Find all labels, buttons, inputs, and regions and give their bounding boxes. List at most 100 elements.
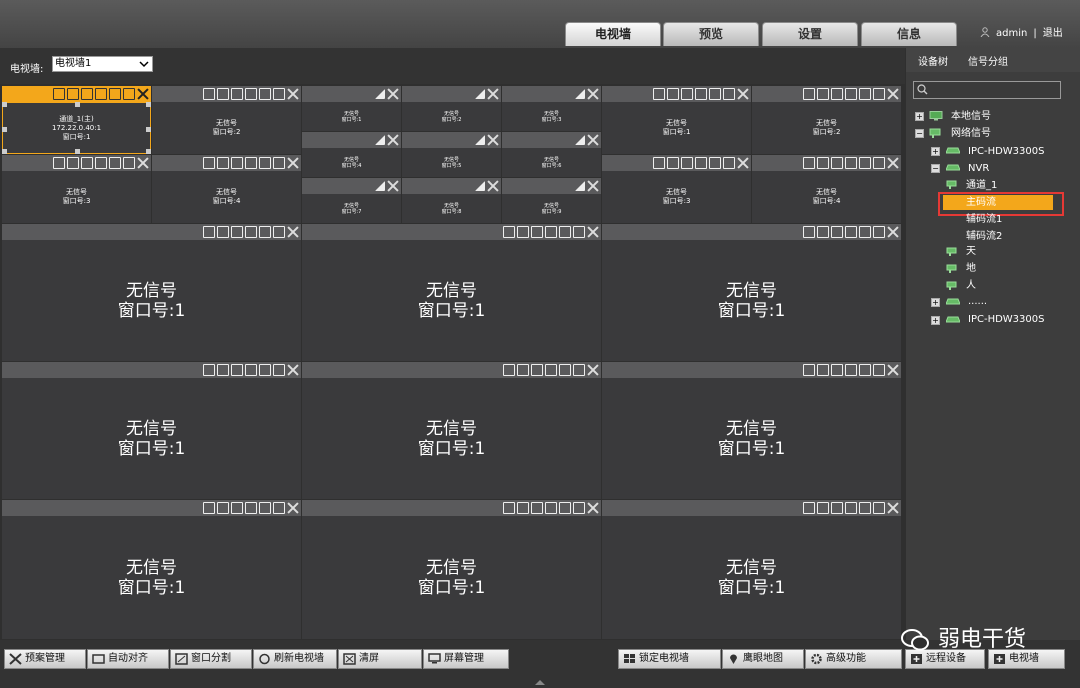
tree-item-channel[interactable]: 通道_1: [966, 179, 997, 192]
close-icon[interactable]: [487, 88, 499, 100]
close-icon[interactable]: [287, 364, 299, 376]
wall-window[interactable]: 无信号 窗口号:1: [602, 102, 751, 154]
lock-icon[interactable]: [259, 226, 271, 238]
audio-icon[interactable]: [573, 502, 585, 514]
close-icon[interactable]: [137, 88, 149, 100]
wall-window[interactable]: 无信号 窗口号:1: [302, 378, 601, 499]
tree-item-ipc-2[interactable]: IPC-HDW3300S: [968, 313, 1044, 326]
resize-handle[interactable]: [146, 127, 151, 132]
audio-icon[interactable]: [273, 88, 285, 100]
edit-icon[interactable]: [517, 502, 529, 514]
edit-icon[interactable]: [667, 157, 679, 169]
tab-signal-group[interactable]: 信号分组: [968, 53, 1008, 68]
switch-icon[interactable]: [503, 502, 515, 514]
wall-window[interactable]: 无信号 窗口号:1: [2, 378, 301, 499]
edit-icon[interactable]: [817, 502, 829, 514]
wall-window[interactable]: 无信号 窗口号:2: [152, 102, 301, 154]
close-icon[interactable]: [287, 226, 299, 238]
wall-window[interactable]: 无信号 窗口号:3: [602, 171, 751, 223]
lock-icon[interactable]: [259, 502, 271, 514]
switch-icon[interactable]: [653, 157, 665, 169]
wall-window[interactable]: 无信号 窗口号:8: [402, 194, 501, 223]
resize-icon[interactable]: [575, 135, 585, 145]
resize-handle[interactable]: [146, 102, 151, 107]
tree-item-sub-stream-2[interactable]: 辅码流2: [966, 230, 1002, 243]
close-icon[interactable]: [887, 88, 899, 100]
edit-icon[interactable]: [817, 157, 829, 169]
maximize-icon[interactable]: [845, 226, 857, 238]
switch-icon[interactable]: [803, 88, 815, 100]
wall-window[interactable]: 无信号 窗口号:2: [752, 102, 901, 154]
tab-device-tree[interactable]: 设备树: [918, 53, 948, 68]
maximize-icon[interactable]: [545, 364, 557, 376]
tab-settings[interactable]: 设置: [762, 22, 858, 46]
switch-icon[interactable]: [803, 226, 815, 238]
switch-icon[interactable]: [503, 364, 515, 376]
close-icon[interactable]: [487, 180, 499, 192]
move-icon[interactable]: [231, 157, 243, 169]
edit-icon[interactable]: [217, 502, 229, 514]
lock-icon[interactable]: [259, 88, 271, 100]
switch-icon[interactable]: [803, 157, 815, 169]
maximize-icon[interactable]: [95, 157, 107, 169]
lock-icon[interactable]: [859, 88, 871, 100]
close-icon[interactable]: [587, 180, 599, 192]
move-icon[interactable]: [831, 88, 843, 100]
maximize-icon[interactable]: [245, 157, 257, 169]
tree-item-sub-stream-1[interactable]: 辅码流1: [966, 213, 1002, 226]
resize-icon[interactable]: [375, 89, 385, 99]
maximize-icon[interactable]: [545, 226, 557, 238]
tree-item-nvr[interactable]: NVR: [968, 162, 989, 175]
lock-icon[interactable]: [109, 88, 121, 100]
wall-window[interactable]: 无信号 窗口号:1: [302, 102, 401, 131]
wall-window[interactable]: 无信号 窗口号:1: [602, 516, 901, 639]
switch-icon[interactable]: [803, 364, 815, 376]
tree-item-ipc[interactable]: IPC-HDW3300S: [968, 145, 1044, 158]
edit-icon[interactable]: [217, 226, 229, 238]
wall-window[interactable]: 无信号 窗口号:1: [2, 516, 301, 639]
maximize-icon[interactable]: [845, 157, 857, 169]
audio-icon[interactable]: [123, 157, 135, 169]
lock-wall-button[interactable]: 锁定电视墙: [618, 649, 721, 669]
lock-icon[interactable]: [109, 157, 121, 169]
expand-icon[interactable]: +: [915, 112, 924, 121]
switch-icon[interactable]: [803, 502, 815, 514]
move-icon[interactable]: [681, 157, 693, 169]
close-icon[interactable]: [887, 157, 899, 169]
maximize-icon[interactable]: [695, 88, 707, 100]
refresh-wall-button[interactable]: 刷新电视墙: [253, 649, 337, 669]
switch-icon[interactable]: [203, 364, 215, 376]
switch-icon[interactable]: [53, 157, 65, 169]
wall-window[interactable]: 无信号 窗口号:1: [602, 240, 901, 361]
auto-align-button[interactable]: 自动对齐: [87, 649, 169, 669]
maximize-icon[interactable]: [695, 157, 707, 169]
resize-handle[interactable]: [2, 102, 7, 107]
audio-icon[interactable]: [273, 226, 285, 238]
move-icon[interactable]: [231, 88, 243, 100]
audio-icon[interactable]: [873, 364, 885, 376]
edit-icon[interactable]: [67, 88, 79, 100]
maximize-icon[interactable]: [845, 364, 857, 376]
tree-item-channel-tian[interactable]: 天: [966, 245, 976, 258]
resize-icon[interactable]: [575, 181, 585, 191]
lock-icon[interactable]: [859, 502, 871, 514]
clear-screen-button[interactable]: 清屏: [338, 649, 422, 669]
move-icon[interactable]: [831, 226, 843, 238]
expand-icon[interactable]: +: [931, 147, 940, 156]
close-icon[interactable]: [387, 88, 399, 100]
close-icon[interactable]: [737, 157, 749, 169]
close-icon[interactable]: [387, 134, 399, 146]
close-icon[interactable]: [887, 502, 899, 514]
maximize-icon[interactable]: [245, 88, 257, 100]
audio-icon[interactable]: [873, 226, 885, 238]
move-icon[interactable]: [81, 88, 93, 100]
advanced-functions-button[interactable]: 高级功能: [805, 649, 902, 669]
close-icon[interactable]: [287, 88, 299, 100]
close-icon[interactable]: [287, 157, 299, 169]
collapse-icon[interactable]: −: [915, 129, 924, 138]
lock-icon[interactable]: [259, 157, 271, 169]
edit-icon[interactable]: [217, 364, 229, 376]
lock-icon[interactable]: [859, 226, 871, 238]
window-split-button[interactable]: 窗口分割: [170, 649, 252, 669]
maximize-icon[interactable]: [245, 502, 257, 514]
